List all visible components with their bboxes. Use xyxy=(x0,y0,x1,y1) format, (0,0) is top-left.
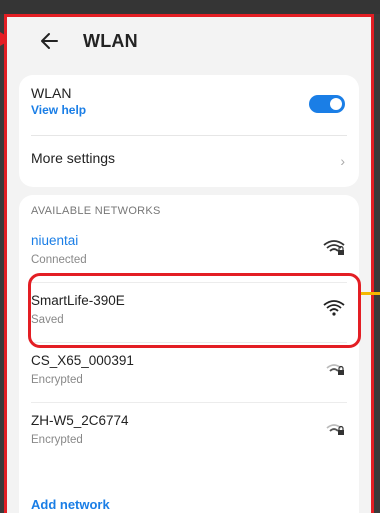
page-title: WLAN xyxy=(83,31,138,51)
top-bar: WLAN xyxy=(7,17,371,67)
wlan-toggle[interactable] xyxy=(309,95,345,113)
wlan-settings-card: WLAN View help More settings › xyxy=(19,75,359,187)
network-item[interactable]: ZH-W5_2C6774 Encrypted xyxy=(19,407,359,463)
add-network-button[interactable]: Add network xyxy=(31,497,110,512)
network-name: CS_X65_000391 xyxy=(31,353,134,368)
network-status: Encrypted xyxy=(31,434,83,446)
more-settings-item[interactable]: More settings xyxy=(31,150,115,166)
network-status: Encrypted xyxy=(31,374,83,386)
wlan-label: WLAN xyxy=(31,85,72,101)
wifi-lock-icon xyxy=(326,364,344,375)
network-name: ZH-W5_2C6774 xyxy=(31,413,129,428)
network-status: Connected xyxy=(31,254,87,266)
highlight-box xyxy=(28,273,361,348)
wifi-lock-icon xyxy=(323,240,345,255)
network-item[interactable]: CS_X65_000391 Encrypted xyxy=(19,347,359,403)
wlan-screen: WLAN WLAN View help More settings › AVAI… xyxy=(4,14,374,513)
view-help-link[interactable]: View help xyxy=(31,103,86,117)
network-name: niuentai xyxy=(31,233,79,248)
available-networks-card: AVAILABLE NETWORKS niuentai Connected Sm… xyxy=(19,195,359,513)
wifi-lock-icon xyxy=(326,424,344,435)
chevron-right-icon: › xyxy=(340,153,345,169)
status-bar-area xyxy=(0,0,380,14)
back-arrow-icon[interactable] xyxy=(37,28,63,54)
divider xyxy=(31,135,347,136)
highlight-callout-line xyxy=(361,292,380,295)
section-heading: AVAILABLE NETWORKS xyxy=(31,205,161,217)
